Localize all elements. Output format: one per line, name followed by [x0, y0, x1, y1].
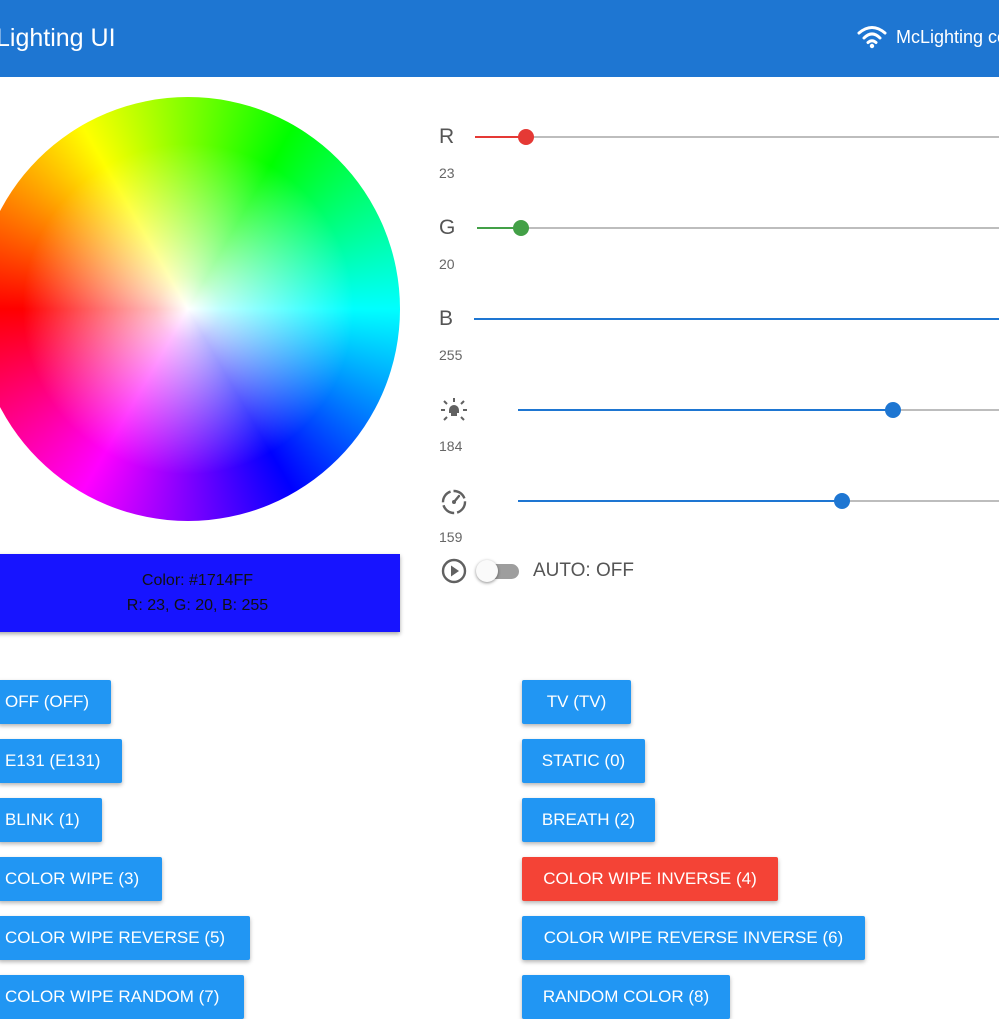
slider-r-thumb[interactable]: [518, 129, 534, 145]
slider-r-label: R: [439, 125, 455, 148]
connection-status: McLighting co: [896, 27, 999, 47]
slider-b-label: B: [439, 307, 454, 330]
slider-g-label: G: [439, 216, 456, 239]
slider-g-thumb[interactable]: [513, 220, 529, 236]
mode-button[interactable]: COLOR WIPE (3): [0, 857, 162, 901]
mode-button[interactable]: COLOR WIPE REVERSE (5): [0, 916, 250, 960]
slider-r-value: 23: [439, 165, 455, 181]
slider-speed-value: 159: [439, 529, 463, 545]
slider-brightness-track[interactable]: [518, 402, 999, 418]
slider-speed-thumb[interactable]: [834, 493, 850, 509]
slider-r-track[interactable]: [475, 129, 999, 145]
mode-button[interactable]: COLOR WIPE RANDOM (7): [0, 975, 244, 1019]
mode-button[interactable]: BLINK (1): [0, 798, 102, 842]
mode-button[interactable]: OFF (OFF): [0, 680, 111, 724]
mode-button[interactable]: STATIC (0): [522, 739, 645, 783]
slider-speed-fill: [518, 500, 842, 502]
play-circle-icon: [441, 558, 467, 584]
wifi-icon: [857, 26, 887, 49]
auto-label: AUTO: OFF: [533, 560, 634, 581]
slider-g-track[interactable]: [477, 220, 999, 236]
mode-button[interactable]: E131 (E131): [0, 739, 122, 783]
mode-button[interactable]: COLOR WIPE INVERSE (4): [522, 857, 778, 901]
slider-b-track[interactable]: [474, 318, 999, 320]
mode-button[interactable]: TV (TV): [522, 680, 631, 724]
slider-g-value: 20: [439, 256, 455, 272]
brightness-icon: [441, 398, 467, 421]
auto-toggle-knob[interactable]: [476, 560, 498, 582]
slider-b-fill: [474, 318, 999, 320]
slider-speed-track[interactable]: [518, 493, 999, 509]
mode-button[interactable]: COLOR WIPE REVERSE INVERSE (6): [522, 916, 865, 960]
slider-brightness-value: 184: [439, 438, 463, 454]
mode-button[interactable]: BREATH (2): [522, 798, 655, 842]
speed-icon: [441, 489, 467, 515]
slider-brightness-thumb[interactable]: [885, 402, 901, 418]
slider-brightness-fill: [518, 409, 893, 411]
color-preview: Color: #1714FF R: 23, G: 20, B: 255: [0, 554, 400, 632]
mode-button[interactable]: RANDOM COLOR (8): [522, 975, 730, 1019]
color-wheel[interactable]: [0, 97, 400, 521]
app-title: Lighting UI: [0, 24, 116, 52]
app-bar: Lighting UI McLighting co: [0, 0, 999, 77]
slider-b-value: 255: [439, 347, 463, 363]
auto-toggle[interactable]: [476, 560, 519, 582]
color-hex-label: Color: #1714FF: [141, 572, 254, 589]
color-rgb-label: R: 23, G: 20, B: 255: [126, 597, 269, 614]
